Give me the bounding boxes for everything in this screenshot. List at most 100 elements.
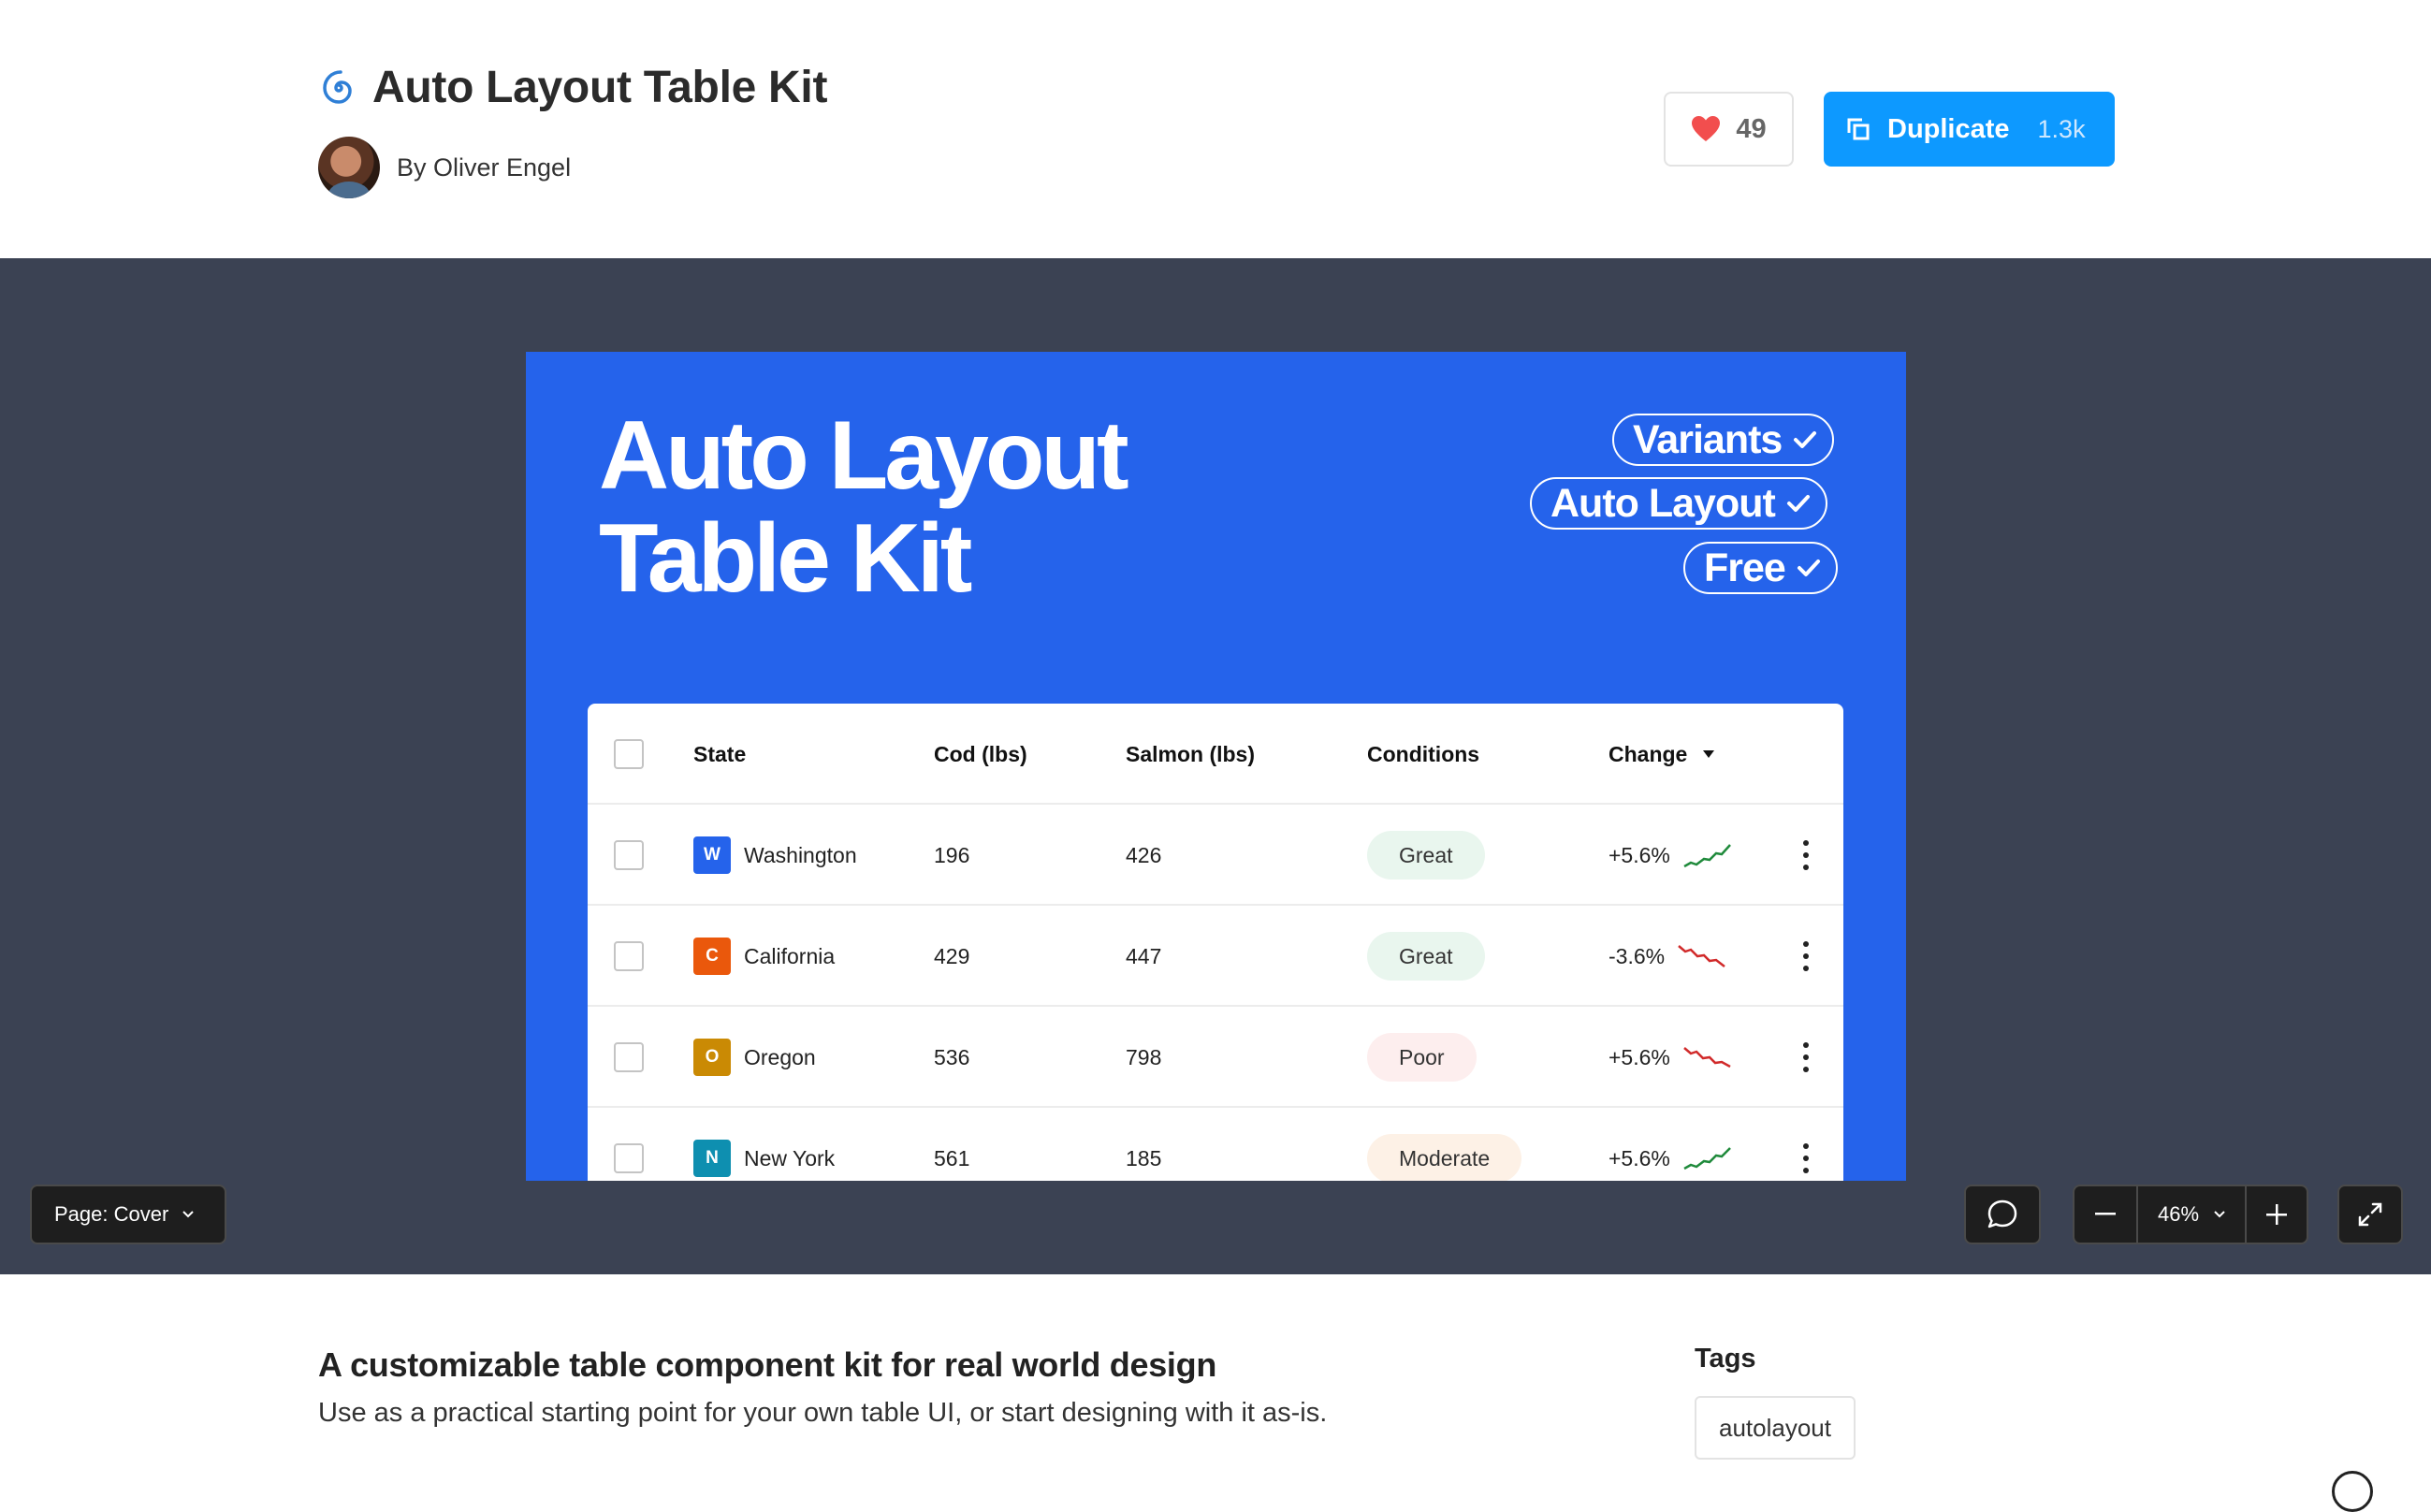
preview-canvas[interactable]: Auto Layout Table Kit Variants Auto Layo… — [0, 258, 2431, 1274]
duplicate-label: Duplicate — [1887, 113, 2010, 144]
author-name[interactable]: By Oliver Engel — [397, 153, 571, 182]
zoom-in-button[interactable] — [2247, 1186, 2307, 1243]
change-value: +5.6% — [1609, 842, 1670, 867]
cod-cell: 429 — [934, 943, 970, 968]
chevron-down-icon — [2214, 1211, 2225, 1218]
state-badge: N — [693, 1140, 731, 1177]
like-button[interactable]: 49 — [1664, 92, 1794, 167]
description-title: A customizable table component kit for r… — [318, 1345, 1217, 1384]
state-name: New York — [744, 1145, 836, 1170]
row-checkbox[interactable] — [614, 1042, 644, 1072]
pill-free: Free — [1683, 542, 1838, 594]
col-header-state: State — [693, 741, 747, 766]
check-icon — [1794, 431, 1817, 448]
change-cell: +5.6% — [1609, 805, 1732, 906]
expand-icon — [2358, 1202, 2382, 1227]
row-checkbox[interactable] — [614, 941, 644, 971]
author-row[interactable]: By Oliver Engel — [318, 137, 571, 198]
sparkline-down-icon — [1678, 945, 1725, 967]
row-menu-icon[interactable] — [1802, 840, 1810, 870]
cod-cell: 196 — [934, 842, 970, 867]
cover-frame: Auto Layout Table Kit Variants Auto Layo… — [526, 352, 1906, 1181]
condition-badge: Great — [1367, 831, 1485, 880]
row-menu-icon[interactable] — [1802, 1042, 1810, 1072]
change-cell: -3.6% — [1609, 906, 1726, 1007]
cod-cell: 536 — [934, 1044, 970, 1069]
change-cell: +5.6% — [1609, 1108, 1732, 1181]
table-row: N New York 561 185 Moderate +5.6% — [588, 1108, 1843, 1181]
condition-badge: Great — [1367, 932, 1485, 981]
comment-icon — [1987, 1199, 2017, 1228]
pill-auto-layout: Auto Layout — [1530, 477, 1827, 530]
state-cell: W Washington — [693, 805, 857, 906]
like-count: 49 — [1736, 113, 1767, 144]
zoom-controls: 46% — [2073, 1185, 2308, 1244]
chevron-down-icon — [182, 1211, 195, 1218]
sparkline-up-icon — [1683, 1147, 1731, 1170]
spiral-icon — [323, 69, 352, 104]
row-menu-icon[interactable] — [1802, 941, 1810, 971]
state-cell: O Oregon — [693, 1007, 816, 1108]
check-icon — [1797, 560, 1820, 576]
state-name: California — [744, 943, 836, 968]
description-text: Use as a practical starting point for yo… — [318, 1398, 1328, 1428]
cover-title-line2: Table Kit — [599, 504, 972, 613]
cover-title: Auto Layout Table Kit — [599, 401, 1129, 613]
state-badge: O — [693, 1039, 731, 1076]
zoom-level-dropdown[interactable]: 46% — [2138, 1186, 2247, 1243]
duplicate-count: 1.3k — [2037, 114, 2086, 143]
change-value: -3.6% — [1609, 943, 1666, 968]
salmon-cell: 185 — [1126, 1145, 1162, 1170]
file-title: Auto Layout Table Kit — [372, 63, 828, 112]
col-header-cod: Cod (lbs) — [934, 741, 1027, 766]
salmon-cell: 426 — [1126, 842, 1162, 867]
file-header: Auto Layout Table Kit By Oliver Engel 49… — [0, 0, 2431, 258]
avatar[interactable] — [318, 137, 380, 198]
title-row: Auto Layout Table Kit — [318, 62, 827, 113]
col-header-conditions: Conditions — [1367, 741, 1480, 766]
tags-heading: Tags — [1695, 1344, 1756, 1374]
row-menu-icon[interactable] — [1802, 1143, 1810, 1173]
sort-down-icon — [1703, 750, 1715, 758]
condition-badge: Poor — [1367, 1033, 1477, 1082]
state-name: Washington — [744, 842, 857, 867]
check-icon — [1786, 495, 1810, 512]
select-all-checkbox[interactable] — [614, 739, 644, 769]
plus-icon — [2266, 1204, 2287, 1225]
pill-label: Auto Layout — [1550, 480, 1776, 526]
heart-icon — [1692, 116, 1721, 141]
page-selector[interactable]: Page: Cover — [30, 1185, 226, 1244]
comment-button[interactable] — [1964, 1185, 2041, 1244]
condition-cell: Great — [1367, 906, 1485, 1007]
table-header-row: State Cod (lbs) Salmon (lbs) Conditions … — [588, 704, 1843, 805]
col-header-salmon: Salmon (lbs) — [1126, 741, 1256, 766]
zoom-out-button[interactable] — [2074, 1186, 2138, 1243]
condition-badge: Moderate — [1367, 1134, 1522, 1181]
condition-cell: Poor — [1367, 1007, 1477, 1108]
duplicate-button[interactable]: Duplicate 1.3k — [1824, 92, 2115, 167]
pill-label: Free — [1704, 545, 1786, 590]
cover-title-line1: Auto Layout — [599, 401, 1129, 510]
salmon-cell: 447 — [1126, 943, 1162, 968]
col-header-change[interactable]: Change — [1609, 704, 1715, 805]
row-checkbox[interactable] — [614, 840, 644, 870]
pill-variants: Variants — [1612, 414, 1835, 466]
cod-cell: 561 — [934, 1145, 970, 1170]
row-checkbox[interactable] — [614, 1143, 644, 1173]
table-row: W Washington 196 426 Great +5.6% — [588, 805, 1843, 906]
table-row: O Oregon 536 798 Poor +5.6% — [588, 1007, 1843, 1108]
condition-cell: Moderate — [1367, 1108, 1522, 1181]
change-value: +5.6% — [1609, 1145, 1670, 1170]
col-header-change-label: Change — [1609, 741, 1688, 766]
fullscreen-button[interactable] — [2337, 1185, 2403, 1244]
change-cell: +5.6% — [1609, 1007, 1732, 1108]
state-badge: W — [693, 836, 731, 874]
state-badge: C — [693, 938, 731, 975]
table-row: C California 429 447 Great -3.6% — [588, 906, 1843, 1007]
sparkline-down-icon — [1683, 1047, 1731, 1069]
table-preview: State Cod (lbs) Salmon (lbs) Conditions … — [588, 704, 1843, 1181]
help-icon[interactable] — [2332, 1471, 2373, 1512]
pill-label: Variants — [1633, 416, 1783, 462]
condition-cell: Great — [1367, 805, 1485, 906]
tag-chip[interactable]: autolayout — [1695, 1396, 1856, 1460]
